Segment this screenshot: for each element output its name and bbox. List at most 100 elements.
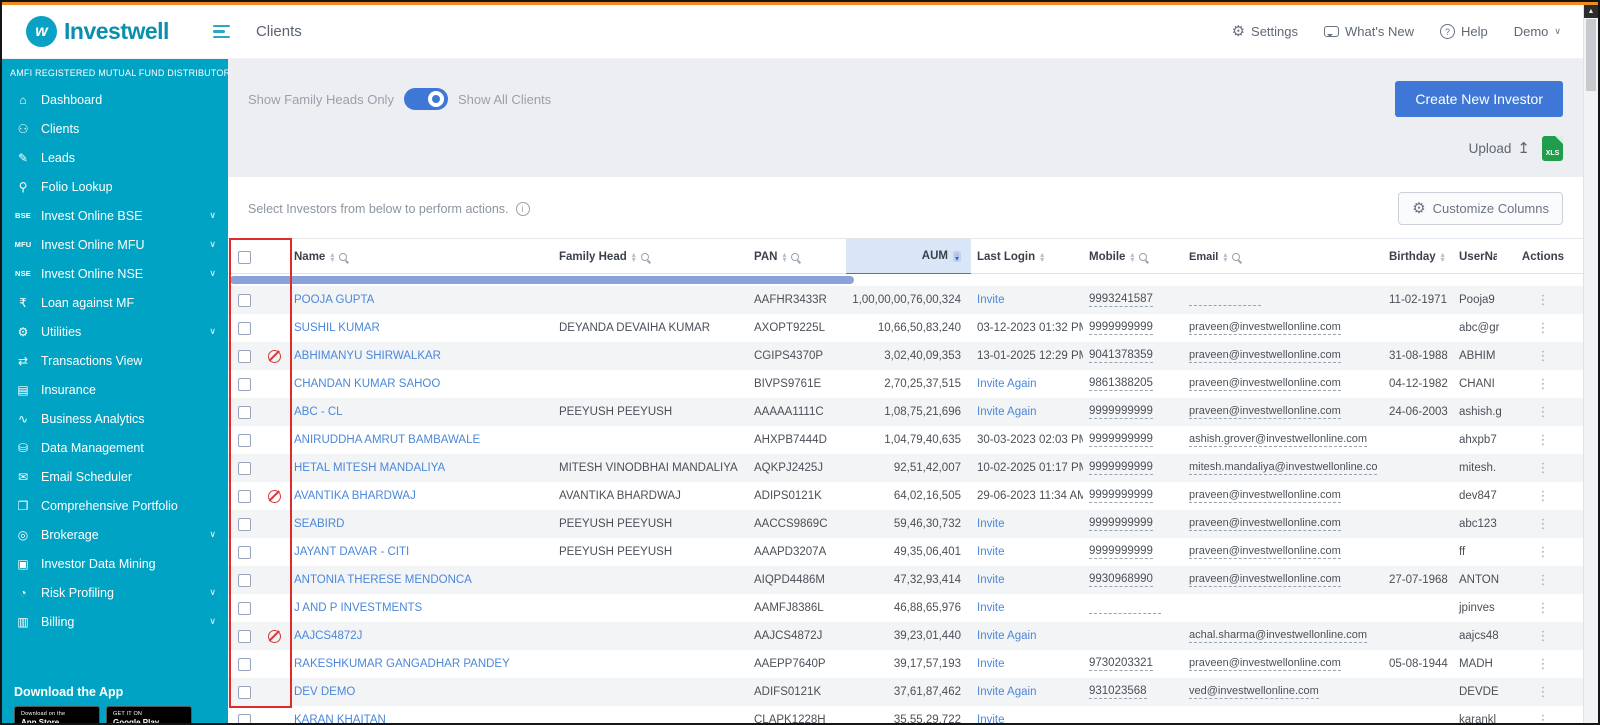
clients-view-toggle[interactable] [403, 88, 448, 110]
column-header-name[interactable]: Name ▴ ▾ [288, 239, 553, 275]
client-name-link[interactable]: JAYANT DAVAR - CITI [294, 546, 409, 558]
settings-button[interactable]: ⚙ Settings [1232, 24, 1298, 39]
store-badge[interactable]: GET IT ON Google Play [106, 706, 192, 723]
email-value[interactable]: mitesh.mandaliya@investwellonline.com [1189, 461, 1377, 475]
row-checkbox[interactable] [238, 405, 251, 419]
sidebar-item-data-management[interactable]: ⛁ Data Management [2, 433, 228, 462]
sidebar-item-comprehensive-portfolio[interactable]: ❐ Comprehensive Portfolio [2, 491, 228, 520]
email-value[interactable]: achal.sharma@investwellonline.com [1189, 629, 1368, 643]
upload-button[interactable]: Upload ↥ [1469, 141, 1530, 156]
client-name-link[interactable]: CHANDAN KUMAR SAHOO [294, 378, 440, 390]
row-checkbox[interactable] [238, 713, 251, 723]
row-checkbox[interactable] [238, 657, 251, 671]
invite-link[interactable]: Invite Again [977, 378, 1036, 390]
mobile-value[interactable]: 931023568 [1089, 685, 1147, 699]
invite-link[interactable]: Invite [977, 602, 1005, 614]
row-menu-icon[interactable]: ⋮ [1533, 376, 1554, 392]
sidebar-collapse-icon[interactable] [212, 24, 230, 39]
horizontal-scrollbar-thumb[interactable] [230, 276, 854, 284]
sort-icon[interactable]: ▴ ▾ [952, 249, 961, 262]
email-value[interactable]: praveen@investwellonline.com [1189, 517, 1341, 531]
client-name-link[interactable]: HETAL MITESH MANDALIYA [294, 462, 445, 474]
info-icon[interactable]: i [515, 201, 530, 216]
sort-icon[interactable]: ▴ ▾ [782, 250, 786, 263]
row-checkbox[interactable] [238, 573, 251, 587]
row-menu-icon[interactable]: ⋮ [1533, 684, 1554, 700]
sort-icon[interactable]: ▴ ▾ [1130, 250, 1134, 263]
client-name-link[interactable]: AVANTIKA BHARDWAJ [294, 490, 416, 502]
store-badge[interactable]: Download on the App Store [14, 706, 100, 723]
mobile-value[interactable]: 9861388205 [1089, 377, 1153, 391]
investwell-logo[interactable]: w Investwell [26, 16, 169, 47]
email-value[interactable]: praveen@investwellonline.com [1189, 489, 1341, 503]
invite-link[interactable]: Invite Again [977, 406, 1036, 418]
mobile-value[interactable]: 9999999999 [1089, 433, 1153, 447]
row-menu-icon[interactable]: ⋮ [1533, 320, 1554, 336]
client-name-link[interactable]: POOJA GUPTA [294, 294, 374, 306]
sidebar-item-invest-online-bse[interactable]: BSE Invest Online BSE ∨ [2, 201, 228, 230]
row-menu-icon[interactable]: ⋮ [1533, 600, 1554, 616]
sidebar-item-brokerage[interactable]: ◎ Brokerage ∨ [2, 520, 228, 549]
email-empty-field[interactable] [1189, 294, 1261, 306]
sidebar-item-business-analytics[interactable]: ∿ Business Analytics [2, 404, 228, 433]
invite-link[interactable]: Invite [977, 574, 1005, 586]
vertical-scrollbar-thumb[interactable] [1586, 19, 1596, 91]
client-name-link[interactable]: AAJCS4872J [294, 630, 362, 642]
email-value[interactable]: praveen@investwellonline.com [1189, 573, 1341, 587]
client-name-link[interactable]: ANIRUDDHA AMRUT BAMBAWALE [294, 434, 480, 446]
sidebar-item-invest-online-nse[interactable]: NSE Invest Online NSE ∨ [2, 259, 228, 288]
sidebar-item-loan-against-mf[interactable]: ₹ Loan against MF [2, 288, 228, 317]
mobile-value[interactable]: 9993241587 [1089, 293, 1153, 307]
select-all-checkbox[interactable] [238, 250, 251, 264]
mobile-value[interactable]: 9930968990 [1089, 573, 1153, 587]
invite-link[interactable]: Invite [977, 714, 1005, 723]
sidebar-item-dashboard[interactable]: ⌂ Dashboard [2, 85, 228, 114]
row-menu-icon[interactable]: ⋮ [1533, 516, 1554, 532]
mobile-value[interactable]: 9041378359 [1089, 349, 1153, 363]
email-value[interactable]: praveen@investwellonline.com [1189, 405, 1341, 419]
mobile-empty-field[interactable] [1089, 602, 1161, 614]
invite-link[interactable]: Invite Again [977, 630, 1036, 642]
search-icon[interactable] [1139, 253, 1148, 261]
row-checkbox[interactable] [238, 629, 251, 643]
email-value[interactable]: praveen@investwellonline.com [1189, 349, 1341, 363]
invite-link[interactable]: Invite [977, 518, 1005, 530]
create-new-investor-button[interactable]: Create New Investor [1395, 81, 1563, 117]
sidebar-item-insurance[interactable]: ▤ Insurance [2, 375, 228, 404]
mobile-value[interactable]: 9999999999 [1089, 405, 1153, 419]
client-name-link[interactable]: ANTONIA THERESE MENDONCA [294, 574, 472, 586]
column-header-last-login[interactable]: Last Login ▴ ▾ [971, 239, 1083, 275]
search-icon[interactable] [339, 253, 348, 261]
sidebar-item-invest-online-mfu[interactable]: MFU Invest Online MFU ∨ [2, 230, 228, 259]
email-value[interactable]: ashish.grover@investwellonline.com [1189, 433, 1368, 447]
client-name-link[interactable]: ABC - CL [294, 406, 343, 418]
sidebar-item-folio-lookup[interactable]: ⚲ Folio Lookup [2, 172, 228, 201]
sidebar-item-investor-data-mining[interactable]: ▣ Investor Data Mining [2, 549, 228, 578]
row-checkbox[interactable] [238, 321, 251, 335]
email-value[interactable]: ved@investwellonline.com [1189, 685, 1319, 699]
client-name-link[interactable]: KARAN KHAITAN [294, 714, 386, 723]
mobile-value[interactable]: 9999999999 [1089, 545, 1153, 559]
row-checkbox[interactable] [238, 545, 251, 559]
client-name-link[interactable]: ABHIMANYU SHIRWALKAR [294, 350, 441, 362]
row-checkbox[interactable] [238, 601, 251, 615]
email-value[interactable]: praveen@investwellonline.com [1189, 545, 1341, 559]
row-checkbox[interactable] [238, 461, 251, 475]
export-xls-icon[interactable]: XLS [1542, 135, 1563, 161]
column-header-family-head[interactable]: Family Head ▴ ▾ [553, 239, 748, 275]
row-menu-icon[interactable]: ⋮ [1533, 292, 1554, 308]
row-checkbox[interactable] [238, 685, 251, 699]
row-menu-icon[interactable]: ⋮ [1533, 572, 1554, 588]
invite-link[interactable]: Invite [977, 546, 1005, 558]
sidebar-item-risk-profiling[interactable]: ◔ Risk Profiling ∨ [2, 578, 228, 607]
row-checkbox[interactable] [238, 377, 251, 391]
sort-icon[interactable]: ▴ ▾ [1441, 250, 1445, 263]
row-checkbox[interactable] [238, 489, 251, 503]
sidebar-item-transactions-view[interactable]: ⇄ Transactions View [2, 346, 228, 375]
client-name-link[interactable]: J AND P INVESTMENTS [294, 602, 422, 614]
row-checkbox[interactable] [238, 433, 251, 447]
column-header-usernam[interactable]: UserNam [1453, 239, 1503, 275]
invite-link[interactable]: Invite Again [977, 686, 1036, 698]
row-menu-icon[interactable]: ⋮ [1533, 460, 1554, 476]
sort-icon[interactable]: ▴ ▾ [330, 250, 334, 263]
